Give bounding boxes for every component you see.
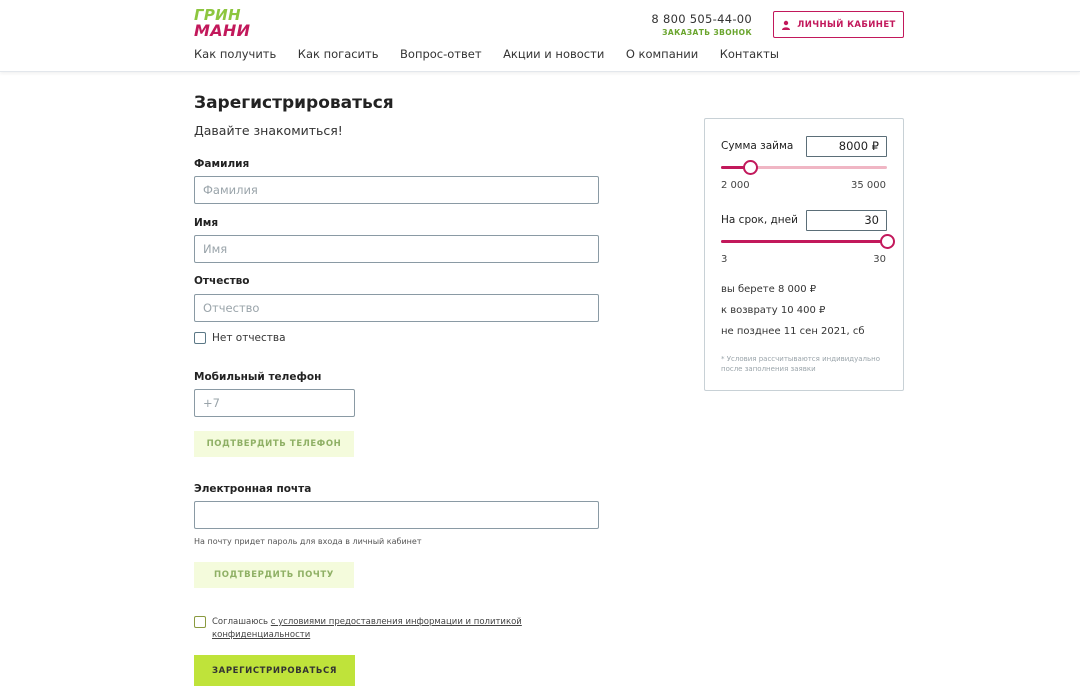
personal-cabinet-label: ЛИЧНЫЙ КАБИНЕТ xyxy=(797,19,896,30)
page-subtitle: Давайте знакомиться! xyxy=(194,123,343,138)
register-button[interactable]: ЗАРЕГИСТРИРОВАТЬСЯ xyxy=(194,655,355,686)
agreement-checkbox[interactable] xyxy=(194,616,206,628)
term-label: На срок, дней xyxy=(721,214,798,226)
deadline: не позднее 11 сен 2021, сб xyxy=(721,326,865,337)
loan-calculator: Сумма займа 8000 ₽ 2 000 35 000 На срок,… xyxy=(704,118,904,391)
nav-how-to-get[interactable]: Как получить xyxy=(194,47,276,61)
phone-number[interactable]: 8 800 505-44-00 xyxy=(651,12,752,26)
firstname-input[interactable] xyxy=(194,235,599,263)
nav-how-to-repay[interactable]: Как погасить xyxy=(298,47,379,61)
term-slider-thumb[interactable] xyxy=(879,234,895,249)
term-slider-track[interactable] xyxy=(721,234,895,249)
agreement-text: Соглашаюсь с условиями предоставления ин… xyxy=(212,616,532,642)
nav-faq[interactable]: Вопрос-ответ xyxy=(400,47,482,61)
site-header: ГРИН МАНИ Как получить Как погасить Вопр… xyxy=(0,0,1080,72)
term-min: 3 xyxy=(721,254,728,265)
email-input[interactable] xyxy=(194,501,599,529)
confirm-phone-button[interactable]: ПОДТВЕРДИТЬ ТЕЛЕФОН xyxy=(194,431,354,457)
agreement-row: Соглашаюсь с условиями предоставления ин… xyxy=(194,616,532,642)
amount-label: Сумма займа xyxy=(721,140,794,152)
email-label: Электронная почта xyxy=(194,483,312,495)
phone-label: Мобильный телефон xyxy=(194,371,322,383)
term-max: 30 xyxy=(873,254,886,265)
callback-link[interactable]: ЗАКАЗАТЬ ЗВОНОК xyxy=(651,28,752,37)
term-value-field[interactable]: 30 xyxy=(806,210,887,231)
nav-contacts[interactable]: Контакты xyxy=(720,47,779,61)
take-amount: вы берете 8 000 ₽ xyxy=(721,284,817,295)
user-icon xyxy=(782,20,791,30)
personal-cabinet-button[interactable]: ЛИЧНЫЙ КАБИНЕТ xyxy=(773,11,904,38)
no-middlename-checkbox[interactable] xyxy=(194,332,206,344)
amount-max: 35 000 xyxy=(851,180,886,191)
confirm-email-button[interactable]: ПОДТВЕРДИТЬ ПОЧТУ xyxy=(194,562,354,588)
amount-value-field[interactable]: 8000 ₽ xyxy=(806,136,887,157)
amount-slider-track[interactable] xyxy=(721,160,887,175)
amount-slider-thumb[interactable] xyxy=(743,160,759,175)
nav-promos-news[interactable]: Акции и новости xyxy=(503,47,604,61)
term-slider-fill xyxy=(721,240,887,243)
no-middlename-row[interactable]: Нет отчества xyxy=(194,332,286,344)
firstname-label: Имя xyxy=(194,217,219,229)
middlename-input[interactable] xyxy=(194,294,599,322)
nav-about[interactable]: О компании xyxy=(626,47,698,61)
main-nav: Как получить Как погасить Вопрос-ответ А… xyxy=(194,47,800,61)
email-hint: На почту придет пароль для входа в личны… xyxy=(194,537,422,546)
logo[interactable]: ГРИН МАНИ xyxy=(194,8,256,40)
return-amount: к возврату 10 400 ₽ xyxy=(721,305,826,316)
no-middlename-label: Нет отчества xyxy=(212,332,286,344)
phone-input[interactable] xyxy=(194,389,355,417)
lastname-label: Фамилия xyxy=(194,158,250,170)
phone-block: 8 800 505-44-00 ЗАКАЗАТЬ ЗВОНОК xyxy=(651,12,752,37)
logo-line-2: МАНИ xyxy=(194,21,251,40)
page-title: Зарегистрироваться xyxy=(194,93,394,113)
agreement-prefix: Соглашаюсь xyxy=(212,617,271,627)
calculator-note: * Условия рассчитываются индивидуально п… xyxy=(721,355,881,373)
amount-min: 2 000 xyxy=(721,180,750,191)
lastname-input[interactable] xyxy=(194,176,599,204)
middlename-label: Отчество xyxy=(194,275,250,287)
